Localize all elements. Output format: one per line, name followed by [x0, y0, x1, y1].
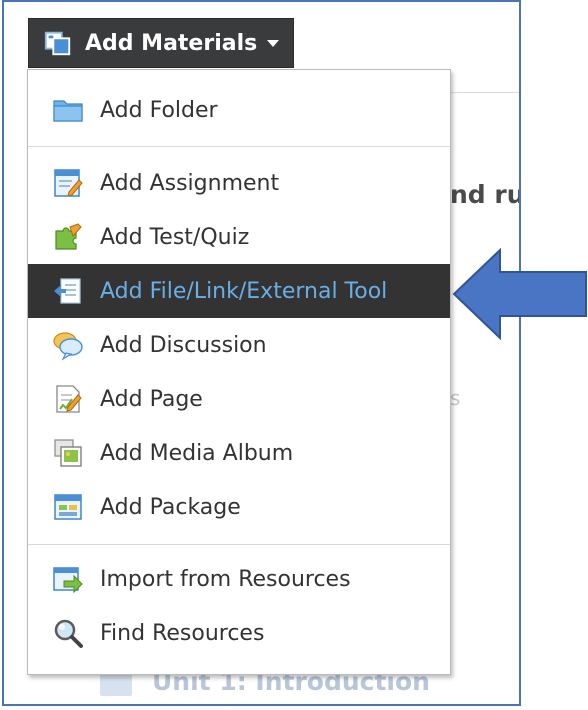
chevron-down-icon	[267, 39, 280, 47]
puzzle-icon	[55, 223, 82, 250]
assignment-icon	[54, 169, 83, 197]
discussion-icon	[53, 332, 83, 361]
background-heading: nd ru	[450, 180, 521, 209]
folder-icon	[53, 100, 83, 122]
menu-divider	[28, 544, 450, 545]
menu-item-label: Find Resources	[100, 620, 265, 646]
menu-item-label: Add Page	[100, 386, 203, 412]
add-materials-label: Add Materials	[85, 30, 258, 56]
menu-item-add-assignment[interactable]: Add Assignment	[28, 156, 450, 210]
menu-item-label: Add Test/Quiz	[100, 224, 250, 250]
menu-item-add-file-link-external-tool[interactable]: Add File/Link/External Tool	[28, 264, 450, 318]
media-album-icon	[54, 439, 82, 467]
menu-item-label: Add Folder	[100, 97, 218, 123]
menu-divider	[28, 146, 450, 147]
menu-item-label: Add File/Link/External Tool	[100, 278, 388, 304]
menu-item-add-test-quiz[interactable]: Add Test/Quiz	[28, 210, 450, 264]
menu-item-add-page[interactable]: Add Page	[28, 372, 450, 426]
menu-item-add-media-album[interactable]: Add Media Album	[28, 426, 450, 480]
menu-item-add-folder[interactable]: Add Folder	[28, 83, 450, 137]
menu-item-label: Add Package	[100, 494, 241, 520]
add-materials-menu: Add Folder Add Assignment Add Test/Quiz …	[27, 69, 451, 675]
background-faint-text: s	[450, 386, 461, 410]
menu-item-label: Add Discussion	[100, 332, 267, 358]
menu-item-add-discussion[interactable]: Add Discussion	[28, 318, 450, 372]
add-materials-button[interactable]: Add Materials	[28, 18, 294, 68]
annotation-arrow-icon	[452, 248, 587, 340]
magnifier-icon	[54, 619, 83, 648]
import-icon	[53, 567, 83, 594]
menu-item-add-package[interactable]: Add Package	[28, 480, 450, 534]
file-link-icon	[54, 278, 81, 304]
package-icon	[54, 494, 82, 520]
menu-item-label: Add Assignment	[100, 170, 280, 196]
menu-item-find-resources[interactable]: Find Resources	[28, 606, 450, 660]
background-divider	[444, 92, 519, 93]
menu-item-import-from-resources[interactable]: Import from Resources	[28, 552, 450, 606]
add-materials-icon	[44, 31, 71, 56]
menu-item-label: Add Media Album	[100, 440, 294, 466]
menu-item-label: Import from Resources	[100, 566, 351, 592]
page-icon	[56, 385, 82, 413]
unit-folder-icon	[100, 674, 132, 696]
